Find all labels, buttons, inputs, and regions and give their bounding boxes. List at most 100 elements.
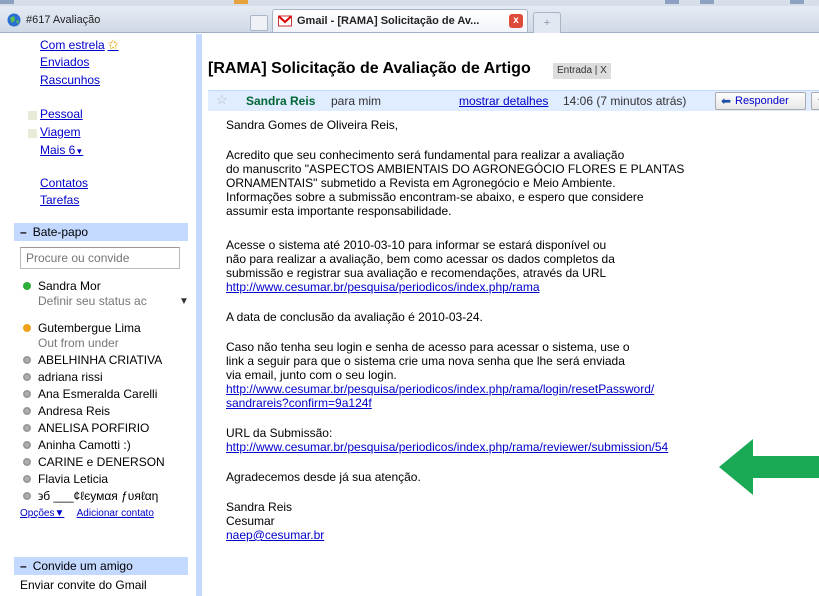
greeting: Sandra Gomes de Oliveira Reis, [226, 118, 399, 132]
chat-self[interactable]: Sandra Mor [14, 278, 188, 294]
message-time: 14:06 (7 minutos atrás) [563, 94, 687, 108]
nav-more-labels[interactable]: Mais 6▼ [40, 143, 83, 157]
contact-name: Aninha Camotti :) [38, 438, 131, 452]
recipient-text: para mim [331, 94, 382, 108]
offline-status-icon [23, 458, 31, 466]
inbox-label-badge[interactable]: Entrada | X [553, 63, 611, 79]
nav-starred[interactable]: Com estrela ✩ [40, 37, 119, 53]
chat-contact[interactable]: Andresa Reis [14, 403, 188, 419]
tab-label: #617 Avaliação [26, 14, 101, 26]
online-status-icon [23, 282, 31, 290]
contact-name: ϶б ___¢ℓєумαя ƒυяℓαη [38, 489, 159, 503]
message-view: [RAMA] Solicitação de Avaliação de Artig… [202, 34, 819, 596]
offline-status-icon [23, 356, 31, 364]
collapse-icon[interactable]: – [20, 225, 27, 239]
nav-contacts[interactable]: Contatos [40, 176, 88, 190]
contact-name: Flavia Leticia [38, 472, 109, 486]
collapse-icon[interactable]: – [20, 559, 27, 573]
tab-avaliacao[interactable]: #617 Avaliação [2, 9, 202, 32]
chat-options-link[interactable]: Opções▼ [20, 508, 64, 519]
reply-button[interactable]: ⬅ Responder [715, 92, 806, 110]
show-details-link[interactable]: mostrar detalhes [459, 94, 548, 108]
nav-label-viagem[interactable]: Viagem [40, 125, 80, 139]
chat-contact[interactable]: Aninha Camotti :) [14, 437, 188, 453]
chat-header[interactable]: – Bate-papo [14, 223, 188, 241]
signature-email-link[interactable]: naep@cesumar.br [226, 528, 324, 542]
offline-status-icon [23, 475, 31, 483]
chat-contact[interactable]: CARINE e DENERSON [14, 454, 188, 470]
nav-label: Com estrela [40, 38, 105, 52]
reset-password-link-continued[interactable]: sandrareis?confirm=9a124f [226, 396, 372, 410]
invite-title: Convide um amigo [32, 559, 133, 573]
nav-label-pessoal[interactable]: Pessoal [40, 107, 83, 121]
chat-contact[interactable]: Ana Esmeralda Carelli [14, 386, 188, 402]
message-header: ☆ Sandra Reis para mim mostrar detalhes … [208, 90, 819, 111]
status-message-field[interactable]: Definir seu status ac [38, 294, 147, 308]
annotation-arrow-icon [719, 439, 819, 495]
sender-name[interactable]: Sandra Reis [246, 94, 315, 108]
thanks-text: Agradecemos desde já sua atenção. [226, 470, 421, 484]
contact-name: Gutembergue Lima [38, 321, 141, 335]
tab-gmail[interactable]: Gmail - [RAMA] Solicitação de Av... x [272, 9, 528, 32]
contact-name: ABELHINHA CRIATIVA [38, 353, 163, 367]
reset-password-link[interactable]: http://www.cesumar.br/pesquisa/periodico… [226, 382, 654, 396]
label-color-swatch [28, 129, 37, 138]
paragraph: Acredito que seu conhecimento será funda… [226, 148, 685, 218]
message-subject: [RAMA] Solicitação de Avaliação de Artig… [208, 60, 531, 77]
browser-tab-bar: #617 Avaliação Gmail - [RAMA] Solicitaçã… [0, 6, 819, 33]
signature-name: Sandra Reis [226, 500, 293, 514]
contact-status-text: Out from under [38, 336, 119, 350]
paragraph: A data de conclusão da avaliação é 2010-… [226, 310, 483, 324]
left-sidebar: Com estrela ✩ Enviados Rascunhos Pessoal … [0, 34, 196, 596]
chevron-down-icon[interactable]: ▼ [179, 296, 189, 307]
close-tab-icon[interactable]: x [509, 14, 523, 28]
url-label: URL da Submissão: [226, 426, 333, 440]
star-icon: ✩ [107, 37, 119, 52]
chevron-down-icon: ▼ [75, 147, 84, 156]
nav-sent[interactable]: Enviados [40, 55, 89, 69]
journal-link[interactable]: http://www.cesumar.br/pesquisa/periodico… [226, 280, 540, 294]
contact-name: CARINE e DENERSON [38, 455, 165, 469]
toolbar-fragment [790, 0, 804, 4]
offline-status-icon [23, 492, 31, 500]
reply-label: Responder [735, 95, 789, 107]
toolbar-fragment [665, 0, 679, 4]
gmail-icon [278, 14, 292, 28]
offline-status-icon [23, 407, 31, 415]
submission-link[interactable]: http://www.cesumar.br/pesquisa/periodico… [226, 440, 668, 454]
chat-footer: Opções▼ Adicionar contato [20, 508, 164, 519]
invite-panel: – Convide um amigo Enviar convite do Gmai… [14, 557, 188, 596]
chat-contact[interactable]: ABELHINHA CRIATIVA [14, 352, 188, 368]
chat-contact[interactable]: adriana rissi [14, 369, 188, 385]
add-contact-link[interactable]: Adicionar contato [77, 508, 154, 519]
reply-icon: ⬅ [721, 94, 732, 108]
chat-contact[interactable]: Gutembergue Lima [14, 320, 188, 336]
invite-header[interactable]: – Convide um amigo [14, 557, 188, 575]
offline-status-icon [23, 424, 31, 432]
offline-status-icon [23, 373, 31, 381]
tab-scroll-button[interactable] [250, 15, 268, 31]
new-tab-button[interactable]: + [533, 12, 561, 33]
chat-title: Bate-papo [32, 225, 89, 239]
tab-label: Gmail - [RAMA] Solicitação de Av... [297, 15, 480, 27]
invite-text: Enviar convite do Gmail [20, 578, 147, 592]
label-color-swatch [28, 111, 37, 120]
contact-name: adriana rissi [38, 370, 103, 384]
offline-status-icon [23, 441, 31, 449]
paragraph: Caso não tenha seu login e senha de aces… [226, 340, 630, 382]
chevron-down-icon: ▼ [54, 508, 65, 519]
star-icon[interactable]: ☆ [216, 92, 228, 108]
chat-contact[interactable]: Flavia Leticia [14, 471, 188, 487]
paragraph: Acesse o sistema até 2010-03-10 para inf… [226, 238, 615, 280]
chat-search-input[interactable] [20, 247, 180, 269]
offline-status-icon [23, 390, 31, 398]
nav-tasks[interactable]: Tarefas [40, 193, 79, 207]
contact-name: Andresa Reis [38, 404, 111, 418]
contact-name: Ana Esmeralda Carelli [38, 387, 158, 401]
toolbar-fragment [234, 0, 248, 4]
chat-contact[interactable]: ANELISA PORFIRIO [14, 420, 188, 436]
nav-drafts[interactable]: Rascunhos [40, 73, 100, 87]
chat-contact[interactable]: ϶б ___¢ℓєумαя ƒυяℓαη [14, 488, 188, 504]
chat-panel: –Bate-papo Sandra Mor Definir seu status… [14, 223, 189, 520]
more-actions-button[interactable]: ▼ [811, 92, 819, 110]
